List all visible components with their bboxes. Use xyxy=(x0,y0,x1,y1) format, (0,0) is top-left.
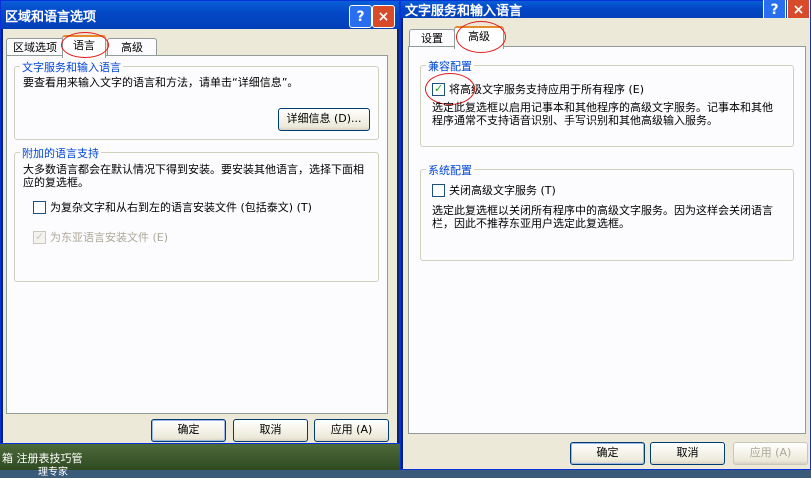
dialog-client: 区域选项 语言 高级 文字服务和输入语言 要查看用来输入文字的语言和方法，请单击… xyxy=(3,29,397,443)
cancel-button[interactable]: 取消 xyxy=(650,442,725,465)
group-legend-2: 系统配置 xyxy=(426,162,474,178)
close-button[interactable]: × xyxy=(372,5,395,28)
apply-button: 应用 (A) xyxy=(733,442,808,465)
cancel-button[interactable]: 取消 xyxy=(233,419,308,442)
annotation-circle xyxy=(61,32,109,58)
ok-button[interactable]: 确定 xyxy=(151,419,226,442)
window-title: 区域和语言选项 xyxy=(5,9,97,25)
group-description-2: 选定此复选框以关闭所有程序中的高级文字服务。因为这样会关闭语言栏，因此不推荐东亚… xyxy=(432,204,773,230)
regional-language-dialog: 区域和语言选项 ? × 区域选项 语言 高级 文字服务和输入语言 要查看用来输入… xyxy=(0,0,400,444)
details-button[interactable]: 详细信息 (D)... xyxy=(278,108,370,131)
east-asian-label: 为东亚语言安装文件 (E) xyxy=(50,231,169,244)
group-legend: 文字服务和输入语言 xyxy=(20,59,123,75)
apply-button[interactable]: 应用 (A) xyxy=(314,419,389,442)
text-services-dialog: 文字服务和输入语言 ? × 设置 高级 兼容配置 ✓ 将高级文字服务支持应用于所… xyxy=(400,0,811,470)
turn-off-services-label[interactable]: 关闭高级文字服务 (T) xyxy=(449,184,556,197)
check-icon: ✓ xyxy=(35,230,45,243)
help-button[interactable]: ? xyxy=(349,5,372,28)
complex-script-label[interactable]: 为复杂文字和从右到左的语言安装文件 (包括泰文) (T) xyxy=(50,201,312,214)
east-asian-checkbox: ✓ xyxy=(33,230,46,244)
advanced-text-services-label[interactable]: 将高级文字服务支持应用于所有程序 (E) xyxy=(449,83,644,96)
ok-button[interactable]: 确定 xyxy=(570,442,645,465)
group-description: 选定此复选框以启用记事本和其他程序的高级文字服务。记事本和其他程序通常不支持语音… xyxy=(432,101,773,127)
complex-script-checkbox[interactable] xyxy=(33,201,46,214)
language-panel: 文字服务和输入语言 要查看用来输入文字的语言和方法，请单击“详细信息”。 详细信… xyxy=(6,55,388,414)
group-description-2: 大多数语言都会在默认情况下得到安装。要安装其他语言，选择下面相应的复选框。 xyxy=(23,163,364,189)
advanced-panel: 兼容配置 ✓ 将高级文字服务支持应用于所有程序 (E) 选定此复选框以启用记事本… xyxy=(408,46,806,434)
group-legend-2: 附加的语言支持 xyxy=(20,145,101,161)
group-legend: 兼容配置 xyxy=(426,58,474,74)
dialog-client: 设置 高级 兼容配置 ✓ 将高级文字服务支持应用于所有程序 (E) 选定此复选框… xyxy=(403,18,810,469)
title-bar[interactable]: 区域和语言选项 xyxy=(1,1,399,29)
desktop-icon-label-2[interactable]: 理专家 xyxy=(38,463,68,478)
title-bar[interactable]: 文字服务和输入语言 xyxy=(401,1,810,19)
turn-off-services-checkbox[interactable] xyxy=(432,184,445,197)
group-description: 要查看用来输入文字的语言和方法，请单击“详细信息”。 xyxy=(23,76,299,89)
annotation-circle xyxy=(456,21,506,53)
window-title: 文字服务和输入语言 xyxy=(405,4,523,19)
